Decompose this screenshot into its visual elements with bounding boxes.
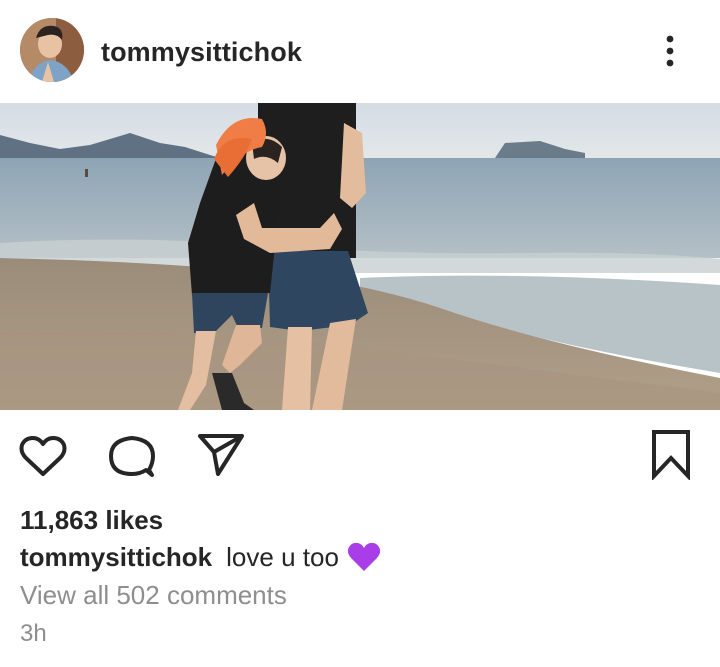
bookmark-icon bbox=[652, 430, 690, 482]
post-caption: tommysittichok love u too bbox=[20, 542, 381, 579]
comment-bubble-icon bbox=[109, 436, 155, 477]
more-vertical-icon bbox=[666, 35, 674, 67]
caption-text: love u too bbox=[226, 542, 339, 572]
like-button[interactable] bbox=[18, 434, 68, 483]
comment-button[interactable] bbox=[106, 432, 156, 485]
paper-plane-icon bbox=[198, 434, 244, 476]
avatar-image bbox=[20, 18, 84, 82]
post-photo[interactable] bbox=[0, 103, 720, 410]
share-button[interactable] bbox=[196, 430, 246, 483]
purple-heart-icon bbox=[347, 542, 381, 579]
heart-outline-icon bbox=[19, 436, 67, 476]
view-all-comments-link[interactable]: View all 502 comments bbox=[20, 580, 287, 611]
post-timestamp: 3h bbox=[20, 620, 47, 647]
post-header: tommysittichok bbox=[0, 0, 720, 103]
post-actions bbox=[0, 410, 720, 500]
post-username[interactable]: tommysittichok bbox=[101, 37, 302, 68]
beach-photo bbox=[0, 103, 720, 410]
likes-count[interactable]: 11,863 likes bbox=[20, 505, 163, 536]
caption-username[interactable]: tommysittichok bbox=[20, 542, 212, 572]
more-options-button[interactable] bbox=[652, 30, 688, 72]
save-button[interactable] bbox=[648, 428, 694, 485]
avatar[interactable] bbox=[20, 18, 84, 82]
